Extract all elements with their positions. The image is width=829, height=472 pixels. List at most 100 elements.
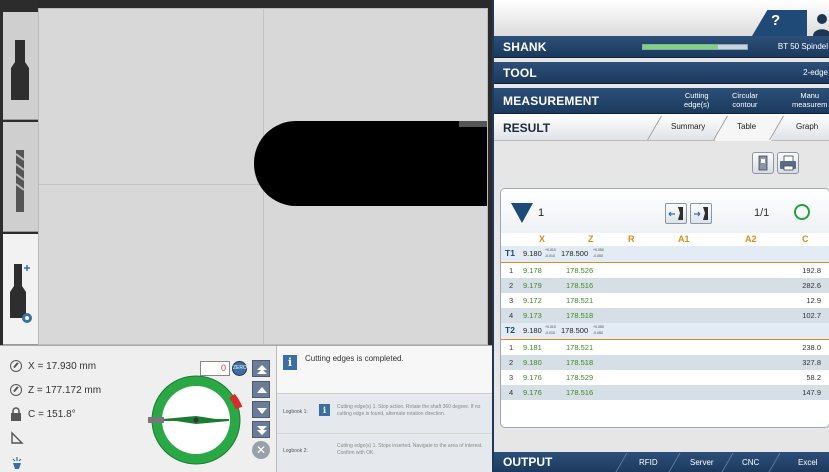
- logbook-text: Cutting edge(s) 1. Stops inserted. Navig…: [337, 443, 483, 456]
- light-icon[interactable]: [10, 456, 24, 470]
- tool-group-header-row[interactable]: T1 9.180 +0.010 -0.010 178.500 +0.050 -0.050: [501, 246, 829, 263]
- measured-x: 9.178: [523, 266, 542, 275]
- shank-value: BT 50 Spindel: [777, 42, 828, 51]
- contour-icon[interactable]: [10, 431, 24, 445]
- logbook-entry[interactable]: Logbook 1: i Cutting edge(s) 1. Stop act…: [277, 396, 493, 434]
- tab-divider: [668, 453, 681, 472]
- table-column-headers: X Z R A1 A2 C: [501, 233, 829, 246]
- measurement-section[interactable]: MEASUREMENT Cutting edge(s) Circular con…: [494, 88, 829, 114]
- output-tab-server[interactable]: Server: [690, 458, 714, 467]
- col-header-z: Z: [588, 234, 594, 244]
- measured-z: 178.521: [566, 343, 594, 352]
- z-tolerance-plus: +0.050: [593, 325, 604, 329]
- table-row[interactable]: 4 9.176 178.516 147.9: [501, 385, 829, 400]
- table-row[interactable]: 1 9.181 178.521 238.0: [501, 340, 829, 355]
- col-header-r: R: [628, 234, 635, 244]
- collapse-triangle-icon[interactable]: [511, 203, 533, 223]
- tab-divider: [615, 453, 628, 472]
- table-row[interactable]: 4 9.173 178.518 102.7: [501, 308, 829, 323]
- rotate-down-button[interactable]: [252, 401, 270, 418]
- tab-divider: [647, 116, 662, 140]
- shank-progress-fill: [643, 45, 718, 49]
- table-row[interactable]: 2 9.180 178.518 327.8: [501, 355, 829, 370]
- result-section: RESULT Summary Table Graph: [494, 114, 829, 141]
- measured-c: 327.8: [802, 358, 821, 367]
- info-icon: i: [319, 404, 330, 416]
- group-id: T2: [505, 325, 515, 335]
- output-tab-cnc[interactable]: CNC: [742, 458, 759, 467]
- measurement-view-tab[interactable]: [3, 234, 38, 345]
- tab-summary[interactable]: Summary: [671, 122, 705, 131]
- tool-group-header-row[interactable]: T2 9.180 +0.010 -0.010 178.500 +0.050 -0.050: [501, 323, 829, 340]
- z-coordinate-row: Z = 177.172 mm: [10, 384, 101, 396]
- output-tab-excel[interactable]: Excel: [798, 458, 818, 467]
- tab-graph[interactable]: Graph: [796, 122, 818, 131]
- prev-edge-button[interactable]: [665, 203, 687, 224]
- rotate-fast-down-button[interactable]: [252, 421, 270, 438]
- edge-index: 1: [509, 266, 514, 275]
- tab-label: Cutting: [684, 91, 709, 100]
- nominal-z: 178.500: [561, 326, 589, 335]
- measured-z: 178.518: [566, 311, 594, 320]
- x-coordinate-row: X = 17.930 mm: [10, 360, 96, 372]
- table-row[interactable]: 3 9.176 178.529 58.2: [501, 370, 829, 385]
- logbook-entry[interactable]: Logbook 2: Cutting edge(s) 1. Stops inse…: [277, 435, 493, 472]
- table-row[interactable]: 2 9.179 178.516 282.6: [501, 278, 829, 293]
- measured-z: 178.516: [566, 281, 594, 290]
- col-header-x: X: [539, 234, 546, 244]
- x-tolerance-minus: -0.010: [545, 254, 555, 258]
- tool-silhouette-edge: [459, 121, 487, 127]
- user-icon[interactable]: [812, 12, 829, 36]
- cancel-icon[interactable]: ✕: [252, 441, 270, 459]
- edge-index: 4: [509, 388, 514, 397]
- bottom-control-panel: X = 17.930 mm Z = 177.172 mm C = 151.8°: [0, 345, 493, 472]
- tab-label: edge(s): [684, 100, 710, 109]
- table-row[interactable]: 3 9.172 178.521 12.9: [501, 293, 829, 308]
- shank-progress-bar: [642, 44, 748, 50]
- measured-z: 178.521: [566, 296, 594, 305]
- rotation-dial[interactable]: [148, 372, 244, 468]
- nominal-x: 9.180: [523, 326, 542, 335]
- print-button[interactable]: [777, 152, 799, 174]
- top-bar: ?: [494, 0, 829, 36]
- edge-index: 2: [509, 358, 514, 367]
- output-tab-rfid[interactable]: RFID: [639, 458, 658, 467]
- tab-circular-contour[interactable]: Circular contour: [732, 91, 758, 109]
- measured-z: 178.529: [566, 373, 594, 382]
- shank-section[interactable]: SHANK BT 50 Spindel: [494, 36, 829, 58]
- rotate-fast-up-button[interactable]: [252, 360, 270, 377]
- table-row[interactable]: 1 9.178 178.526 192.8: [501, 263, 829, 278]
- coordinates-panel: X = 17.930 mm Z = 177.172 mm C = 151.8°: [0, 346, 140, 472]
- shank-view-tab[interactable]: [3, 12, 38, 120]
- measured-c: 58.2: [806, 373, 821, 382]
- tool-presetter-app: X = 17.930 mm Z = 177.172 mm C = 151.8°: [0, 0, 829, 472]
- tab-cutting-edges[interactable]: Cutting edge(s): [684, 91, 709, 109]
- measured-x: 9.180: [523, 358, 542, 367]
- tool-section[interactable]: TOOL 2-edge: [494, 62, 829, 84]
- edge-index: 3: [509, 373, 514, 382]
- label-print-button[interactable]: [752, 152, 774, 174]
- tab-label: contour: [732, 100, 758, 109]
- x-tolerance-plus: +0.010: [545, 325, 556, 329]
- shank-title: SHANK: [503, 40, 547, 54]
- nominal-z: 178.500: [561, 249, 589, 258]
- lock-icon[interactable]: [10, 407, 22, 421]
- printer-icon: [780, 155, 796, 171]
- tab-manual-measurement[interactable]: Manu measurem: [792, 91, 827, 109]
- z-tolerance-plus: +0.050: [593, 248, 604, 252]
- camera-viewport[interactable]: [38, 8, 488, 345]
- rotate-up-button[interactable]: [252, 381, 270, 398]
- z-tolerance-minus: -0.050: [593, 254, 603, 258]
- measured-c: 12.9: [806, 296, 821, 305]
- help-icon[interactable]: ?: [771, 12, 780, 29]
- measured-c: 192.8: [802, 266, 821, 275]
- status-message: i Cutting edges is completed.: [277, 346, 493, 394]
- x-tolerance-plus: +0.010: [545, 248, 556, 252]
- tab-table[interactable]: Table: [737, 122, 756, 131]
- next-edge-button[interactable]: [690, 203, 712, 224]
- logbook-label: Logbook 2:: [283, 448, 308, 454]
- info-icon: i: [283, 355, 297, 370]
- measured-x: 9.181: [523, 343, 542, 352]
- tab-label: Manu: [800, 91, 820, 100]
- tool-view-tab[interactable]: [3, 122, 38, 232]
